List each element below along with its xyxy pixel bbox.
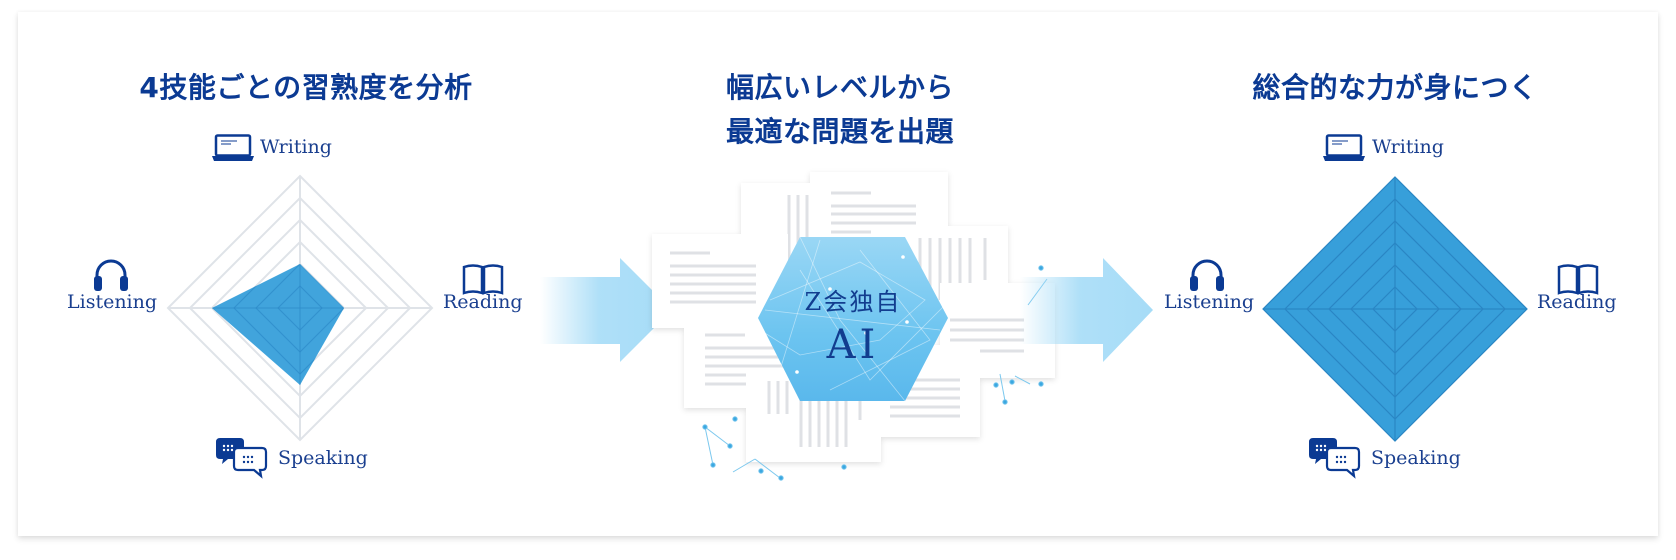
radar-grid bbox=[1262, 176, 1528, 442]
laptop-icon bbox=[1323, 134, 1365, 161]
headphones-icon bbox=[1190, 259, 1224, 291]
listening-label-right: Listening bbox=[1164, 291, 1255, 313]
radar-chart-right bbox=[1262, 176, 1528, 442]
speech-bubbles-icon bbox=[1309, 438, 1361, 479]
writing-label-right: Writing bbox=[1372, 136, 1444, 158]
speaking-label-right: Speaking bbox=[1371, 447, 1461, 469]
reading-label-right: Reading bbox=[1537, 291, 1617, 313]
